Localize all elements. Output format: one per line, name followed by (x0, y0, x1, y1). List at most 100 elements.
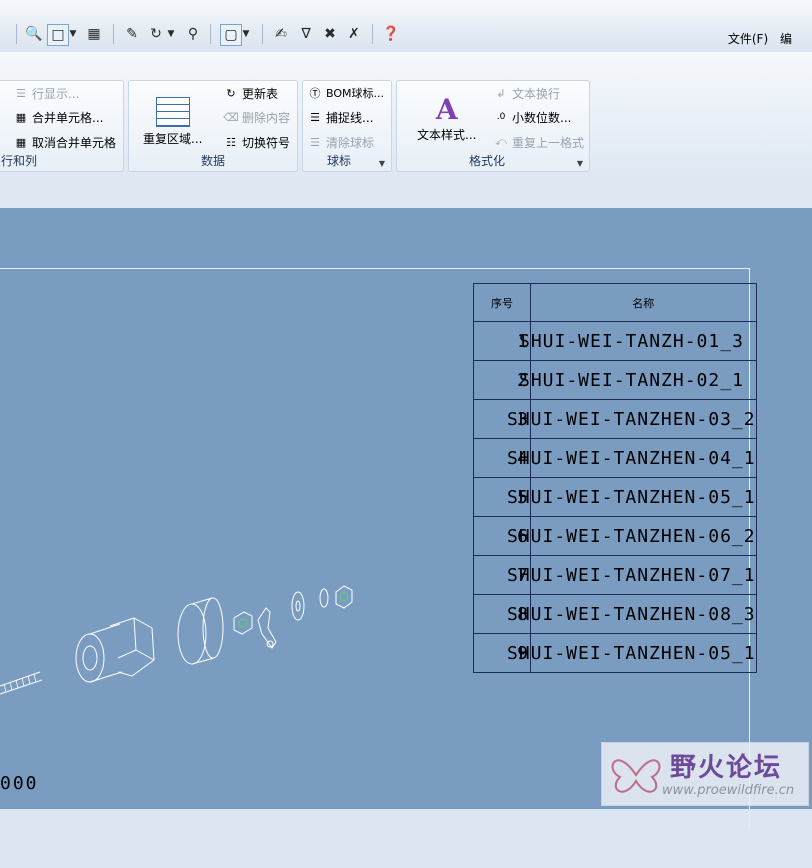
zoom-icon[interactable]: ⚲ (183, 24, 203, 44)
annotation-2-icon[interactable]: ∇ (296, 24, 316, 44)
snap-lines-button[interactable]: ☰ 捕捉线... (307, 107, 373, 127)
dropdown-arrow-icon[interactable]: ▼ (166, 24, 176, 44)
help-pointer-icon[interactable]: ❓ (381, 24, 401, 44)
delete-content-label: 删除内容 (242, 110, 291, 125)
row-display-button[interactable]: ☰ 行显示... (13, 83, 79, 103)
name-text: SHUI-WEI-TANZHEN-05_1 (507, 486, 756, 508)
toolbar-separator (210, 24, 211, 44)
merge-cells-icon: ▦ (15, 110, 27, 124)
unmerge-cells-icon: ▦ (15, 135, 27, 149)
row-display-icon: ☰ (16, 86, 26, 100)
table-row[interactable]: 3 SHUI-WEI-TANZHEN-03_2 (473, 399, 757, 439)
unmerge-cells-button[interactable]: ▦ 取消合并单元格 (13, 132, 116, 152)
repeat-last-format-button[interactable]: ⤺ 重复上一格式 (493, 132, 584, 152)
update-tables-label: 更新表 (242, 86, 279, 101)
name-text: SHUI-WEI-TANZHEN-07_1 (507, 564, 756, 586)
body-bore (82, 645, 98, 671)
annotation-4-icon[interactable]: ✗ (344, 24, 364, 44)
table-row[interactable]: 4 SHUI-WEI-TANZHEN-04_1 (473, 438, 757, 478)
body-end-ellipse (75, 633, 105, 683)
update-tables-button[interactable]: ↻ 更新表 (223, 83, 278, 103)
name-text: SHUI-WEI-TANZH-02_1 (519, 369, 744, 391)
quick-access-toolbar: 🔍 □ ▼ ▦ ✎ ↻ ▼ ⚲ ▢ ▼ ✍ ∇ ✖ ✗ ❓ 文件(F) 编 (0, 0, 812, 53)
update-tables-icon: ↻ (226, 86, 236, 100)
view-box-icon[interactable]: ▢ (220, 24, 242, 46)
clean-balloons-icon: ☰ (310, 135, 320, 149)
snap-lines-icon: ☰ (310, 110, 320, 124)
edit-menu-label[interactable]: 编 (780, 32, 792, 46)
balloons-expand-icon[interactable]: ▼ (379, 159, 385, 168)
header-index[interactable]: 序号 (473, 283, 531, 322)
table-row[interactable]: 7 SHUI-WEI-TANZHEN-07_1 (473, 555, 757, 595)
repeat-region-button[interactable]: 重复区域... (143, 97, 202, 147)
decimal-places-button[interactable]: .0 小数位数... (493, 107, 572, 127)
unmerge-cells-label: 取消合并单元格 (32, 135, 117, 150)
toolbar-separator (262, 24, 263, 44)
name-text: SHUI-WEI-TANZHEN-03_2 (507, 408, 756, 430)
name-text: SHUI-WEI-TANZHEN-04_1 (507, 447, 756, 469)
table-row[interactable]: 9 SHUI-WEI-TANZHEN-05_1 (473, 633, 757, 673)
toolbar-separator (372, 24, 373, 44)
name-text: SHUI-WEI-TANZHEN-06_2 (507, 525, 756, 547)
exploded-assembly-view[interactable] (0, 568, 400, 868)
refresh-icon[interactable]: ↻ (146, 24, 166, 44)
lever-part (257, 607, 277, 649)
delete-content-button[interactable]: ⌫ 删除内容 (223, 107, 290, 127)
name-text: SHUI-WEI-TANZHEN-05_1 (507, 642, 756, 664)
name-cell[interactable]: SHUI-WEI-TANZHEN-05_1 (507, 633, 757, 673)
binoculars-icon[interactable]: 🔍 (24, 24, 44, 44)
text-style-icon: A (435, 93, 458, 126)
bom-table[interactable]: 序号 名称 1 SHUI-WEI-TANZH-01_3 2 SHUI-WEI-TAN… (473, 283, 757, 673)
repeat-region-label: 重复区域... (143, 132, 203, 146)
toolbar-separator (16, 24, 17, 44)
repeat-region-icon (155, 97, 190, 127)
name-cell[interactable]: SHUI-WEI-TANZH-02_1 (519, 360, 757, 400)
format-expand-icon[interactable]: ▼ (577, 159, 583, 168)
decimal-places-icon: .0 (496, 112, 506, 122)
clean-balloons-button[interactable]: ☰ 清除球标 (307, 132, 374, 152)
table-row[interactable]: 1 SHUI-WEI-TANZH-01_3 (473, 321, 757, 361)
annotation-3-icon[interactable]: ✖ (320, 24, 340, 44)
name-cell[interactable]: SHUI-WEI-TANZHEN-04_1 (507, 438, 757, 478)
name-cell[interactable]: SHUI-WEI-TANZHEN-03_2 (507, 399, 757, 439)
snap-lines-label: 捕捉线... (326, 110, 374, 125)
name-cell[interactable]: SHUI-WEI-TANZHEN-06_2 (507, 516, 757, 556)
table-tool-icon[interactable]: ▦ (84, 24, 104, 44)
text-style-button[interactable]: A 文本样式... (417, 95, 476, 143)
washer-1-hole (295, 600, 301, 612)
small-nut-bore (238, 618, 248, 628)
watermark-url: www.proewildfire.cn (662, 783, 795, 798)
format-title: 格式化 (469, 154, 506, 168)
header-name[interactable]: 名称 (530, 283, 757, 322)
name-cell[interactable]: SHUI-WEI-TANZH-01_3 (519, 321, 757, 361)
file-menu-label[interactable]: 文件(F) (728, 32, 768, 46)
repeat-format-icon: ⤺ (495, 135, 507, 148)
table-row[interactable]: 5 SHUI-WEI-TANZHEN-05_1 (473, 477, 757, 517)
eraser-icon: ⌫ (223, 110, 239, 124)
table-row[interactable]: 2 SHUI-WEI-TANZH-02_1 (473, 360, 757, 400)
switch-symbols-button[interactable]: ☷ 切换符号 (223, 132, 290, 152)
washer-1 (291, 591, 305, 621)
name-cell[interactable]: SHUI-WEI-TANZHEN-05_1 (507, 477, 757, 517)
drawing-canvas[interactable]: 序号 名称 1 SHUI-WEI-TANZH-01_3 2 SHUI-WEI-TAN… (0, 208, 812, 829)
edit-icon[interactable]: ✎ (122, 24, 142, 44)
name-cell[interactable]: SHUI-WEI-TANZHEN-08_3 (507, 594, 757, 634)
balloons-group: Ⓣ BOM球标... ☰ 捕捉线... ☰ 清除球标 球标 ▼ (302, 80, 392, 172)
file-menu[interactable]: 文件(F) 编 (728, 30, 792, 47)
table-row[interactable]: 6 SHUI-WEI-TANZHEN-06_2 (473, 516, 757, 556)
hex-edges (117, 617, 155, 661)
text-wrap-label: 文本换行 (512, 86, 561, 101)
text-wrap-button[interactable]: ↲ 文本换行 (493, 83, 560, 103)
merge-cells-button[interactable]: ▦ 合并单元格... (13, 107, 104, 127)
dropdown-arrow-icon[interactable]: ▼ (68, 24, 78, 44)
table-row[interactable]: 8 SHUI-WEI-TANZHEN-08_3 (473, 594, 757, 634)
rows-cols-group: ☰ 行显示... ▦ 合并单元格... ▦ 取消合并单元格 行和列 (0, 80, 124, 172)
dropdown-arrow-icon[interactable]: ▼ (241, 24, 251, 44)
annotation-icon[interactable]: ✍ (271, 24, 291, 44)
bom-balloon-button[interactable]: Ⓣ BOM球标... (307, 83, 385, 103)
select-box-icon[interactable]: □ (47, 24, 69, 46)
name-cell[interactable]: SHUI-WEI-TANZHEN-07_1 (507, 555, 757, 595)
bom-header-row: 序号 名称 (473, 283, 757, 322)
ribbon-bottom-band (0, 176, 812, 208)
scale-text: 000 (0, 773, 39, 794)
